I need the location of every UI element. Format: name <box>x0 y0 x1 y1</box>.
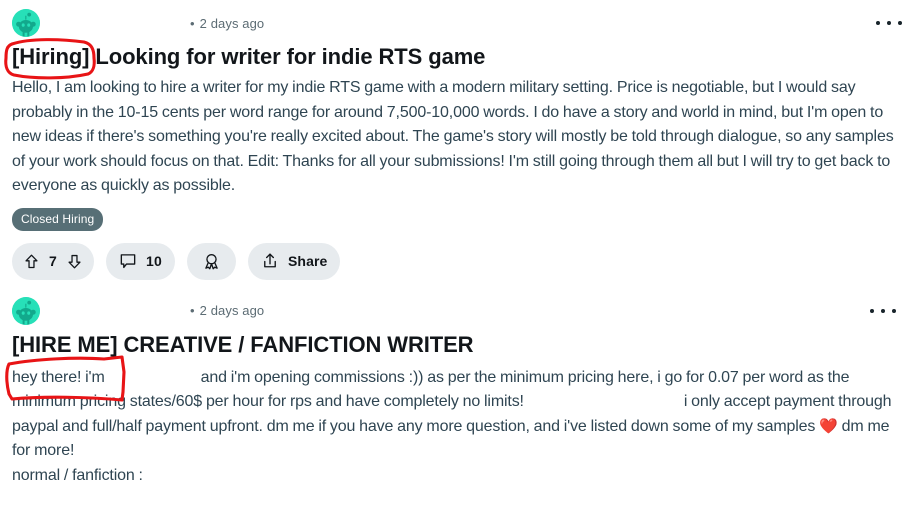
post-body-seg-1: hey there! i'm <box>12 368 105 386</box>
comments-button[interactable]: 10 <box>106 242 175 280</box>
page-title[interactable]: [HIRE ME] CREATIVE / FANFICTION WRITER <box>12 330 906 360</box>
post-timestamp: 2 days ago <box>199 303 265 318</box>
page-title[interactable]: [Hiring] Looking for writer for indie RT… <box>12 42 906 72</box>
post-feed: • 2 days ago [Hiring] Looking for writer… <box>0 0 918 488</box>
post-body: hey there! i'm and i'm opening commission… <box>12 366 906 489</box>
meta-separator: • <box>190 15 195 31</box>
comment-bubble-icon <box>119 252 137 270</box>
post-header: • 2 days ago <box>12 294 906 328</box>
post-header: • 2 days ago <box>12 6 906 40</box>
post-author[interactable] <box>48 304 190 317</box>
overflow-menu-icon[interactable] <box>876 14 902 32</box>
post-body: Hello, I am looking to hire a writer for… <box>12 79 894 194</box>
reddit-snoo-avatar[interactable] <box>12 9 40 37</box>
share-arrow-icon <box>261 252 279 270</box>
post-card: • 2 days ago [Hiring] Looking for writer… <box>0 0 918 280</box>
post-meta: • 2 days ago <box>48 303 264 318</box>
post-body-seg-5: normal / fanfiction : <box>12 466 143 484</box>
comment-count: 10 <box>146 253 162 269</box>
downvote-arrow-icon[interactable] <box>66 253 83 270</box>
heart-emoji: ❤️ <box>819 417 838 435</box>
award-button[interactable] <box>186 242 236 280</box>
vote-group: 7 <box>12 242 94 280</box>
post-title-tag: [Hiring] <box>12 44 90 69</box>
post-actions: 7 10 Share <box>12 242 906 280</box>
status-badge[interactable]: Closed Hiring <box>12 207 104 231</box>
post-card: • 2 days ago [HIRE ME] CREATIVE / FANFIC… <box>0 280 918 489</box>
post-title-tag: [HIRE ME] <box>12 331 118 357</box>
vote-count: 7 <box>49 253 57 269</box>
overflow-menu-icon[interactable] <box>870 302 896 320</box>
upvote-arrow-icon[interactable] <box>23 253 40 270</box>
share-button[interactable]: Share <box>247 242 341 280</box>
post-title-text: CREATIVE / FANFICTION WRITER <box>123 331 474 357</box>
meta-separator: • <box>190 303 195 318</box>
share-label: Share <box>287 253 328 269</box>
post-meta: • 2 days ago <box>48 16 264 31</box>
post-title-text: Looking for writer for indie RTS game <box>95 44 486 69</box>
reddit-snoo-avatar[interactable] <box>12 296 40 325</box>
post-timestamp: 2 days ago <box>199 15 265 31</box>
post-author[interactable] <box>48 17 190 30</box>
award-rosette-icon <box>202 252 221 271</box>
flair-row: Closed Hiring <box>12 207 906 231</box>
